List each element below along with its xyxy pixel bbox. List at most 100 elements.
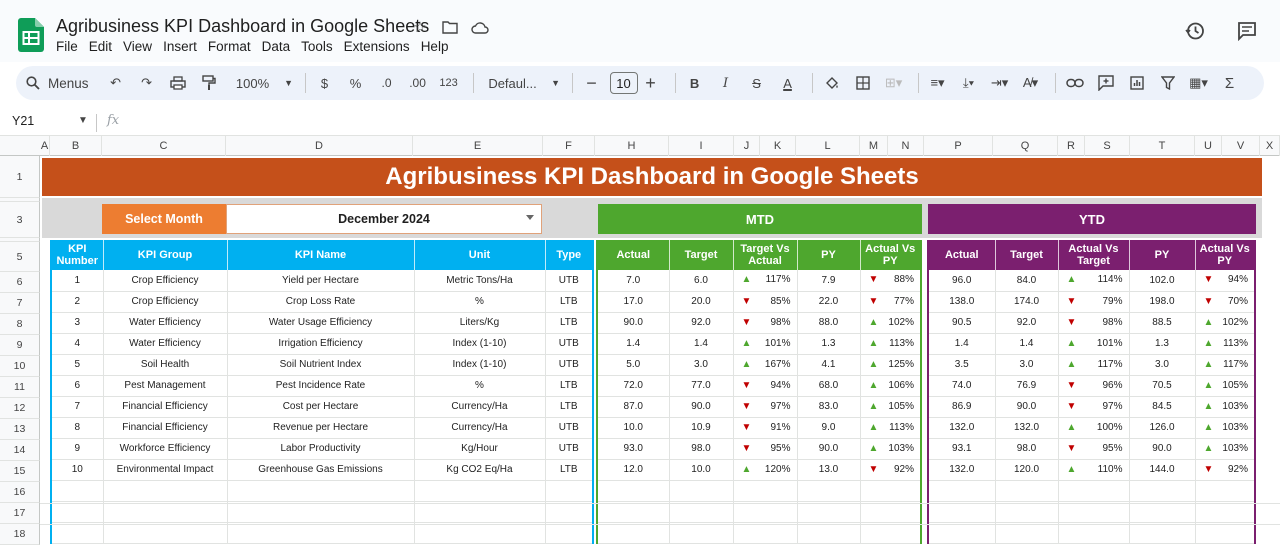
empty-cell[interactable] <box>1058 501 1130 523</box>
empty-cell[interactable] <box>545 501 594 523</box>
header-type[interactable]: Type <box>545 240 594 270</box>
empty-cell[interactable] <box>597 522 670 544</box>
empty-cell[interactable] <box>597 480 670 502</box>
mtd-py-cell[interactable]: 90.0 <box>797 438 861 460</box>
kpi-unit-cell[interactable]: Index (1-10) <box>414 333 546 355</box>
document-title[interactable]: Agribusiness KPI Dashboard in Google She… <box>56 16 429 37</box>
search-menus-button[interactable]: Menus <box>26 76 89 91</box>
insert-comment-icon[interactable] <box>1093 71 1119 95</box>
empty-cell[interactable] <box>1129 480 1196 502</box>
kpi-group-cell[interactable]: Pest Management <box>103 375 228 397</box>
mtd-header-actual-vs-py[interactable]: Actual Vs PY <box>860 240 922 270</box>
row-header-7[interactable]: 7 <box>0 293 40 314</box>
name-box-chevron-down-icon[interactable]: ▼ <box>78 115 88 126</box>
ytd-actual-cell[interactable]: 96.0 <box>928 270 996 292</box>
empty-cell[interactable] <box>1129 501 1196 523</box>
kpi-name-cell[interactable]: Soil Nutrient Index <box>227 354 415 376</box>
italic-icon[interactable]: I <box>713 71 739 95</box>
mtd-target-cell[interactable]: 90.0 <box>669 396 734 418</box>
empty-cell[interactable] <box>928 480 996 502</box>
mtd-target-vs-actual-cell[interactable]: ▲ 167% <box>733 354 798 376</box>
column-header-l[interactable]: L <box>796 136 860 156</box>
mtd-actual-cell[interactable]: 17.0 <box>597 291 670 313</box>
ytd-actual-vs-target-cell[interactable]: ▲ 110% <box>1058 459 1130 481</box>
kpi-name-cell[interactable]: Greenhouse Gas Emissions <box>227 459 415 481</box>
kpi-number-cell[interactable]: 2 <box>51 291 104 313</box>
mtd-target-cell[interactable]: 1.4 <box>669 333 734 355</box>
kpi-group-cell[interactable]: Crop Efficiency <box>103 291 228 313</box>
kpi-number-cell[interactable]: 9 <box>51 438 104 460</box>
mtd-target-vs-actual-cell[interactable]: ▼ 94% <box>733 375 798 397</box>
mtd-py-cell[interactable]: 68.0 <box>797 375 861 397</box>
cloud-status-icon[interactable] <box>470 17 490 37</box>
column-header-t[interactable]: T <box>1130 136 1195 156</box>
mtd-py-cell[interactable]: 83.0 <box>797 396 861 418</box>
kpi-group-cell[interactable]: Soil Health <box>103 354 228 376</box>
ytd-actual-vs-py-cell[interactable]: ▲ 102% <box>1195 312 1256 334</box>
zoom-select[interactable]: 100% <box>227 71 279 95</box>
ytd-target-cell[interactable]: 92.0 <box>995 312 1059 334</box>
empty-cell[interactable] <box>103 501 228 523</box>
kpi-name-cell[interactable]: Irrigation Efficiency <box>227 333 415 355</box>
empty-cell[interactable] <box>414 501 546 523</box>
ytd-actual-vs-py-cell[interactable]: ▲ 103% <box>1195 396 1256 418</box>
kpi-number-cell[interactable]: 3 <box>51 312 104 334</box>
borders-icon[interactable] <box>850 71 876 95</box>
mtd-target-cell[interactable]: 92.0 <box>669 312 734 334</box>
mtd-target-vs-actual-cell[interactable]: ▲ 120% <box>733 459 798 481</box>
ytd-actual-vs-target-cell[interactable]: ▼ 97% <box>1058 396 1130 418</box>
decrease-font-size-button[interactable]: − <box>579 71 605 95</box>
column-header-r[interactable]: R <box>1058 136 1085 156</box>
empty-cell[interactable] <box>860 522 922 544</box>
ytd-header-py[interactable]: PY <box>1129 240 1196 270</box>
menu-tools[interactable]: Tools <box>301 39 341 54</box>
ytd-actual-cell[interactable]: 74.0 <box>928 375 996 397</box>
mtd-actual-cell[interactable]: 12.0 <box>597 459 670 481</box>
mtd-py-cell[interactable]: 1.3 <box>797 333 861 355</box>
ytd-py-cell[interactable]: 84.5 <box>1129 396 1196 418</box>
kpi-unit-cell[interactable]: Metric Tons/Ha <box>414 270 546 292</box>
empty-cell[interactable] <box>1058 480 1130 502</box>
kpi-unit-cell[interactable]: Kg CO2 Eq/Ha <box>414 459 546 481</box>
mtd-target-cell[interactable]: 10.0 <box>669 459 734 481</box>
empty-cell[interactable] <box>51 480 104 502</box>
row-header-5[interactable]: 5 <box>0 242 40 272</box>
column-header-f[interactable]: F <box>543 136 595 156</box>
ytd-actual-cell[interactable]: 132.0 <box>928 459 996 481</box>
column-header-c[interactable]: C <box>102 136 226 156</box>
empty-cell[interactable] <box>733 480 798 502</box>
mtd-target-vs-actual-cell[interactable]: ▼ 85% <box>733 291 798 313</box>
move-folder-icon[interactable] <box>440 17 460 37</box>
ytd-target-cell[interactable]: 76.9 <box>995 375 1059 397</box>
empty-cell[interactable] <box>1058 522 1130 544</box>
name-box[interactable]: Y21 <box>12 114 34 128</box>
font-size-input[interactable]: 10 <box>609 72 638 94</box>
font-chevron-down-icon[interactable]: ▼ <box>551 71 561 95</box>
row-header-3[interactable]: 3 <box>0 202 40 238</box>
ytd-actual-cell[interactable]: 1.4 <box>928 333 996 355</box>
kpi-group-cell[interactable]: Crop Efficiency <box>103 270 228 292</box>
decrease-decimal-button[interactable]: .0 <box>374 71 400 95</box>
mtd-py-cell[interactable]: 88.0 <box>797 312 861 334</box>
column-header-x[interactable]: X <box>1260 136 1280 156</box>
column-header-u[interactable]: U <box>1195 136 1222 156</box>
mtd-actual-cell[interactable]: 5.0 <box>597 354 670 376</box>
empty-cell[interactable] <box>860 501 922 523</box>
ytd-actual-cell[interactable]: 138.0 <box>928 291 996 313</box>
ytd-target-cell[interactable]: 1.4 <box>995 333 1059 355</box>
font-family-select[interactable]: Defaul... <box>480 71 546 95</box>
header-kpi-name[interactable]: KPI Name <box>227 240 415 270</box>
mtd-target-vs-actual-cell[interactable]: ▼ 98% <box>733 312 798 334</box>
ytd-target-cell[interactable]: 174.0 <box>995 291 1059 313</box>
header-unit[interactable]: Unit <box>414 240 546 270</box>
column-header-b[interactable]: B <box>50 136 102 156</box>
kpi-unit-cell[interactable]: Currency/Ha <box>414 417 546 439</box>
mtd-actual-vs-py-cell[interactable]: ▲ 125% <box>860 354 922 376</box>
ytd-actual-vs-target-cell[interactable]: ▲ 101% <box>1058 333 1130 355</box>
kpi-name-cell[interactable]: Labor Productivity <box>227 438 415 460</box>
empty-cell[interactable] <box>995 480 1059 502</box>
row-header-9[interactable]: 9 <box>0 335 40 356</box>
empty-cell[interactable] <box>860 480 922 502</box>
empty-cell[interactable] <box>733 501 798 523</box>
kpi-name-cell[interactable]: Crop Loss Rate <box>227 291 415 313</box>
